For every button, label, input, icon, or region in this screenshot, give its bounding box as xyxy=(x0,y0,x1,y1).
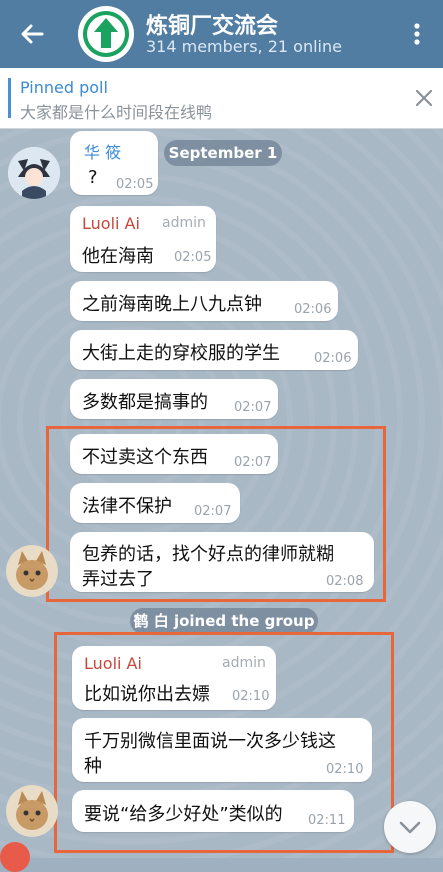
message-bubble[interactable]: 大街上走的穿校服的学生 02:06 xyxy=(70,330,358,370)
message-text: 要说“给多少好处”类似的 xyxy=(84,804,283,825)
message-text-line2: 弄过去了 xyxy=(82,569,154,590)
message-time: 02:08 xyxy=(326,574,364,589)
sender-name[interactable]: 华 筱 xyxy=(84,139,121,163)
cat-avatar-icon xyxy=(6,785,58,837)
message-text-line1: 包养的话，找个好点的律师就糊 xyxy=(82,544,334,565)
date-badge: September 1 xyxy=(164,140,282,166)
avatar[interactable] xyxy=(8,147,60,199)
pinned-accent-bar xyxy=(8,78,11,118)
avatar[interactable] xyxy=(6,545,58,597)
message-text: 大街上走的穿校服的学生 xyxy=(82,343,280,364)
message-time: 02:07 xyxy=(234,455,272,470)
message-time: 02:06 xyxy=(294,302,332,317)
pinned-message-bar[interactable]: Pinned poll 大家都是什么时间段在线鸭 xyxy=(0,68,443,129)
message-time: 02:05 xyxy=(174,250,212,265)
more-vert-icon[interactable] xyxy=(405,18,429,50)
message-time: 02:10 xyxy=(326,762,364,777)
message-bubble[interactable]: 华 筱 ? 02:05 xyxy=(70,131,158,195)
admin-tag: admin xyxy=(222,655,266,671)
anime-avatar-icon xyxy=(8,147,60,199)
avatar[interactable] xyxy=(0,842,30,872)
chat-header: 炼铜厂交流会 314 members, 21 online xyxy=(0,0,443,68)
message-text: 他在海南 xyxy=(82,246,154,267)
chevron-down-icon xyxy=(399,821,421,834)
message-bubble[interactable]: Luoli Ai admin 比如说你出去嫖 02:10 xyxy=(72,646,276,710)
message-text: ? xyxy=(88,167,98,188)
member-count: 314 members, 21 online xyxy=(146,37,342,56)
message-time: 02:07 xyxy=(234,400,272,415)
group-logo-icon xyxy=(80,8,132,60)
message-text: 法律不保护 xyxy=(82,496,172,517)
cat-avatar-icon xyxy=(6,545,58,597)
message-bubble[interactable]: 不过卖这个东西 02:07 xyxy=(70,434,278,474)
message-text: 之前海南晚上八九点钟 xyxy=(82,294,262,315)
message-bubble[interactable]: 多数都是搞事的 02:07 xyxy=(70,379,278,419)
message-time: 02:06 xyxy=(314,351,352,366)
pinned-text: 大家都是什么时间段在线鸭 xyxy=(20,103,213,122)
admin-tag: admin xyxy=(162,215,206,231)
message-bubble[interactable]: 要说“给多少好处”类似的 02:11 xyxy=(72,790,354,832)
message-time: 02:05 xyxy=(116,177,154,192)
sender-name[interactable]: Luoli Ai xyxy=(84,654,142,673)
message-bubble[interactable]: 包养的话，找个好点的律师就糊 弄过去了 02:08 xyxy=(70,532,374,592)
group-avatar[interactable] xyxy=(78,6,134,62)
join-notice: 鹤 白 joined the group xyxy=(130,608,318,634)
close-icon[interactable] xyxy=(414,88,434,108)
message-list[interactable]: 华 筱 ? 02:05 September 1 Luoli Ai admin 他… xyxy=(0,129,443,858)
message-text: 多数都是搞事的 xyxy=(82,392,208,413)
message-text-line1: 千万别微信里面说一次多少钱这 xyxy=(84,731,336,752)
message-time: 02:10 xyxy=(232,689,270,704)
message-time: 02:07 xyxy=(194,504,232,519)
pinned-label: Pinned poll xyxy=(20,78,108,97)
message-bubble[interactable]: 之前海南晚上八九点钟 02:06 xyxy=(70,281,338,321)
message-time: 02:11 xyxy=(308,813,346,828)
chat-title[interactable]: 炼铜厂交流会 xyxy=(146,8,278,40)
message-text-line2: 种 xyxy=(84,756,102,777)
message-text: 比如说你出去嫖 xyxy=(84,684,210,705)
message-bubble[interactable]: 法律不保护 02:07 xyxy=(70,483,240,523)
sender-name[interactable]: Luoli Ai xyxy=(82,214,140,233)
avatar[interactable] xyxy=(6,785,58,837)
scroll-down-button[interactable] xyxy=(384,801,436,853)
back-arrow-icon[interactable] xyxy=(16,18,48,50)
message-bubble[interactable]: Luoli Ai admin 他在海南 02:05 xyxy=(70,206,216,272)
message-text: 不过卖这个东西 xyxy=(82,447,208,468)
message-bubble[interactable]: 千万别微信里面说一次多少钱这 种 02:10 xyxy=(72,718,372,782)
